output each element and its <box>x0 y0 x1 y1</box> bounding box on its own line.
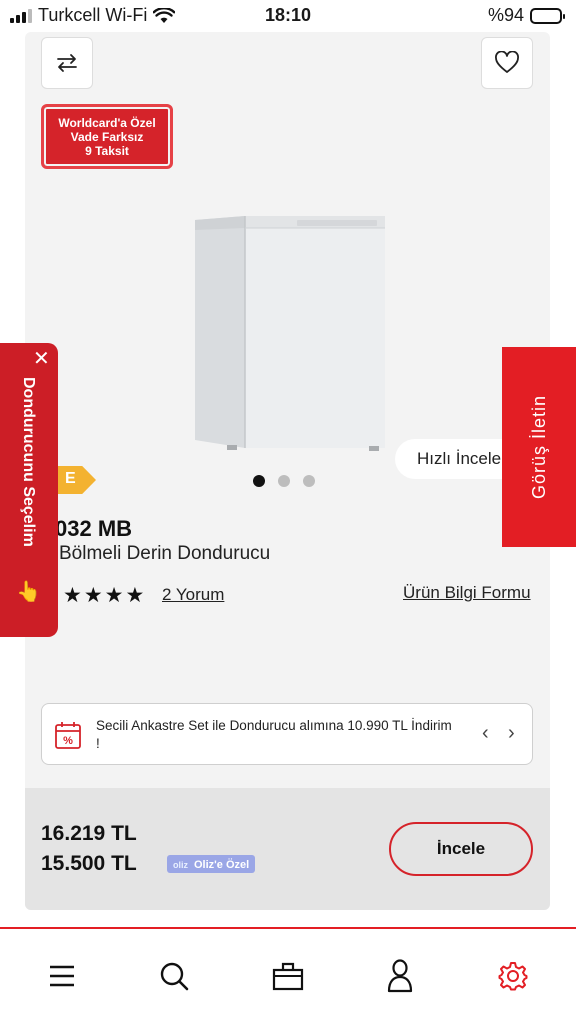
close-icon[interactable]: ✕ <box>33 346 50 371</box>
carousel-dot[interactable] <box>303 475 315 487</box>
user-icon <box>387 959 413 993</box>
heart-icon <box>495 51 519 73</box>
pointing-hand-icon: 👆 <box>16 581 41 603</box>
campaign-text: Secili Ankastre Set ile Dondurucu alımın… <box>96 718 452 751</box>
rating-stars: ★★★★ <box>63 584 147 607</box>
oliz-logo: oliz <box>173 860 188 870</box>
search-button[interactable] <box>157 959 191 993</box>
promo-badge: Worldcard'a Özel Vade Farksız 9 Taksit <box>41 104 173 169</box>
favorite-button[interactable] <box>481 37 533 89</box>
inspect-button[interactable]: İncele <box>389 822 533 876</box>
search-icon <box>160 962 189 991</box>
svg-text:%: % <box>63 735 73 747</box>
oliz-badge: oliz Oliz'e Özel <box>167 855 256 873</box>
menu-icon <box>50 965 74 987</box>
promo-line-2: Vade Farksız <box>70 129 144 144</box>
product-model: 032 MB <box>55 516 133 541</box>
cart-button[interactable] <box>271 959 305 993</box>
product-card: Worldcard'a Özel Vade Farksız 9 Taksit H… <box>25 32 550 910</box>
promo-line-3: 9 Taksit <box>85 143 129 158</box>
oliz-label: Oliz'e Özel <box>194 859 250 871</box>
list-price: 16.219 TL <box>41 822 137 845</box>
freezer-selector-tab[interactable]: ✕ Dondurucunu Seçelim 👆 <box>0 343 58 637</box>
special-price: 15.500 TL <box>41 852 137 875</box>
price-section: 16.219 TL 15.500 TL oliz Oliz'e Özel İnc… <box>25 788 550 910</box>
campaign-next-button[interactable]: › <box>508 722 515 745</box>
calendar-percent-icon: % <box>55 722 81 749</box>
status-bar: Turkcell Wi-Fi 18:10 %94 <box>0 0 576 32</box>
campaign-banner[interactable]: % Secili Ankastre Set ile Dondurucu alım… <box>41 703 533 765</box>
carousel-dot[interactable] <box>278 475 290 487</box>
promo-line-1: Worldcard'a Özel <box>58 115 156 130</box>
campaign-prev-button[interactable]: ‹ <box>482 722 489 745</box>
product-name: Bölmeli Derin Dondurucu <box>59 543 271 564</box>
battery-percent: %94 <box>487 5 524 25</box>
product-info-form-link[interactable]: Ürün Bilgi Formu <box>403 583 531 603</box>
compare-button[interactable] <box>41 37 93 89</box>
reviews-link[interactable]: 2 Yorum <box>162 585 224 605</box>
feedback-label: Görüş İletin <box>529 394 549 500</box>
product-image[interactable] <box>187 212 387 457</box>
battery-icon <box>530 7 565 24</box>
account-button[interactable] <box>383 959 417 993</box>
feedback-tab[interactable]: Görüş İletin <box>502 347 576 547</box>
settings-icon <box>498 962 528 991</box>
settings-button[interactable] <box>496 959 530 993</box>
bag-icon <box>272 962 304 991</box>
bottom-nav <box>0 929 576 1024</box>
battery-status: %94 <box>487 5 565 26</box>
carousel-dot[interactable] <box>253 475 265 487</box>
image-carousel-dots[interactable] <box>253 475 315 487</box>
freezer-selector-label: Dondurucunu Seçelim <box>20 377 37 547</box>
menu-button[interactable] <box>45 959 79 993</box>
compare-arrows-icon <box>57 54 77 72</box>
